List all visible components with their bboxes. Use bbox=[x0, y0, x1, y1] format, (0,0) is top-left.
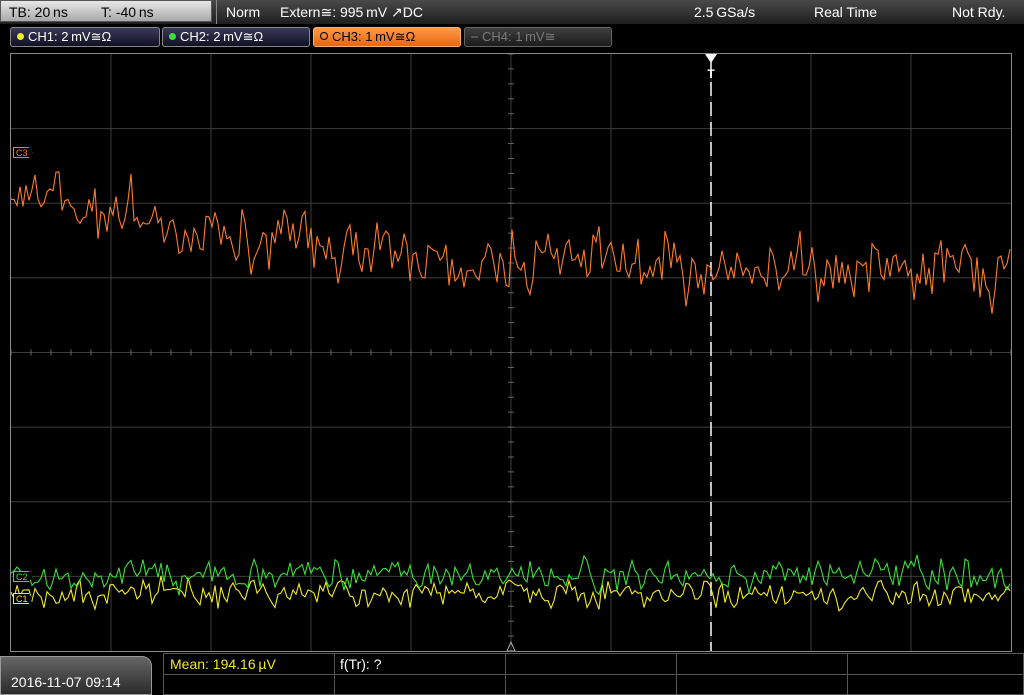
measurement-freq: f(Tr): ? bbox=[340, 656, 382, 672]
ch2-offset-marker[interactable]: C2 bbox=[13, 571, 33, 582]
measurement-panel[interactable]: Mean: 194.16 µV f(Tr): ? bbox=[163, 653, 1024, 695]
trigger-source[interactable]: Extern≅: 995 mV ↗DC bbox=[280, 4, 423, 21]
channel-bar: CH1: 2 mV≅Ω CH2: 2 mV≅Ω CH3: 1 mV≅Ω CH4:… bbox=[0, 24, 1024, 50]
graticule bbox=[11, 54, 1011, 651]
waveform-canvas: T bbox=[11, 54, 1011, 651]
channel-label-ch2: CH2: 2 mV≅Ω bbox=[180, 29, 264, 44]
channel-tab-ch2[interactable]: CH2: 2 mV≅Ω bbox=[162, 27, 310, 47]
ch3-offset-marker[interactable]: C3 bbox=[13, 147, 33, 158]
measurement-column-divider bbox=[505, 654, 506, 694]
status-bar: TB: 20 ns T: -40 ns Norm Extern≅: 995 mV… bbox=[0, 0, 1024, 25]
waveform-display[interactable]: T C3 C2 C1 bbox=[10, 53, 1012, 652]
channel-tab-ch3[interactable]: CH3: 1 mV≅Ω bbox=[313, 27, 461, 47]
channel-label-ch4: CH4: 1 mV≅ bbox=[482, 29, 556, 44]
channel-tab-ch4[interactable]: CH4: 1 mV≅ bbox=[464, 27, 612, 47]
datetime: 2016-11-07 09:14 bbox=[11, 674, 121, 690]
trigger-offset-value: T: -40 ns bbox=[101, 4, 154, 20]
sample-rate[interactable]: 2.5 GSa/s bbox=[694, 4, 755, 20]
channel-tab-ch1[interactable]: CH1: 2 mV≅Ω bbox=[10, 27, 160, 47]
datetime-box: 2016-11-07 09:14 bbox=[0, 656, 152, 695]
status-divider bbox=[216, 0, 217, 24]
channel-label-ch3: CH3: 1 mV≅Ω bbox=[332, 29, 416, 44]
ch3-indicator-icon bbox=[320, 32, 328, 40]
measurement-column-divider bbox=[676, 654, 677, 694]
ch2-indicator-icon bbox=[169, 33, 176, 40]
measurement-column-divider bbox=[334, 654, 335, 694]
trigger-mode[interactable]: Norm bbox=[226, 4, 260, 20]
ch1-indicator-icon bbox=[17, 33, 24, 40]
timebase-value: TB: 20 ns bbox=[9, 4, 68, 20]
measurement-mean: Mean: 194.16 µV bbox=[170, 656, 276, 672]
bottom-bar: 2016-11-07 09:14 Mean: 194.16 µV f(Tr): … bbox=[0, 652, 1024, 695]
measurement-divider bbox=[164, 674, 1023, 675]
timebase-box[interactable]: TB: 20 ns T: -40 ns bbox=[0, 0, 212, 22]
trigger-marker: T bbox=[707, 67, 715, 81]
ch1-offset-marker[interactable]: C1 bbox=[13, 593, 33, 604]
ch4-indicator-icon bbox=[471, 36, 478, 38]
acquisition-mode[interactable]: Real Time bbox=[814, 4, 877, 20]
measurement-column-divider bbox=[847, 654, 848, 694]
channel-label-ch1: CH1: 2 mV≅Ω bbox=[28, 29, 112, 44]
run-state: Not Rdy. bbox=[952, 4, 1006, 20]
trigger-arrow-icon[interactable] bbox=[705, 54, 717, 63]
